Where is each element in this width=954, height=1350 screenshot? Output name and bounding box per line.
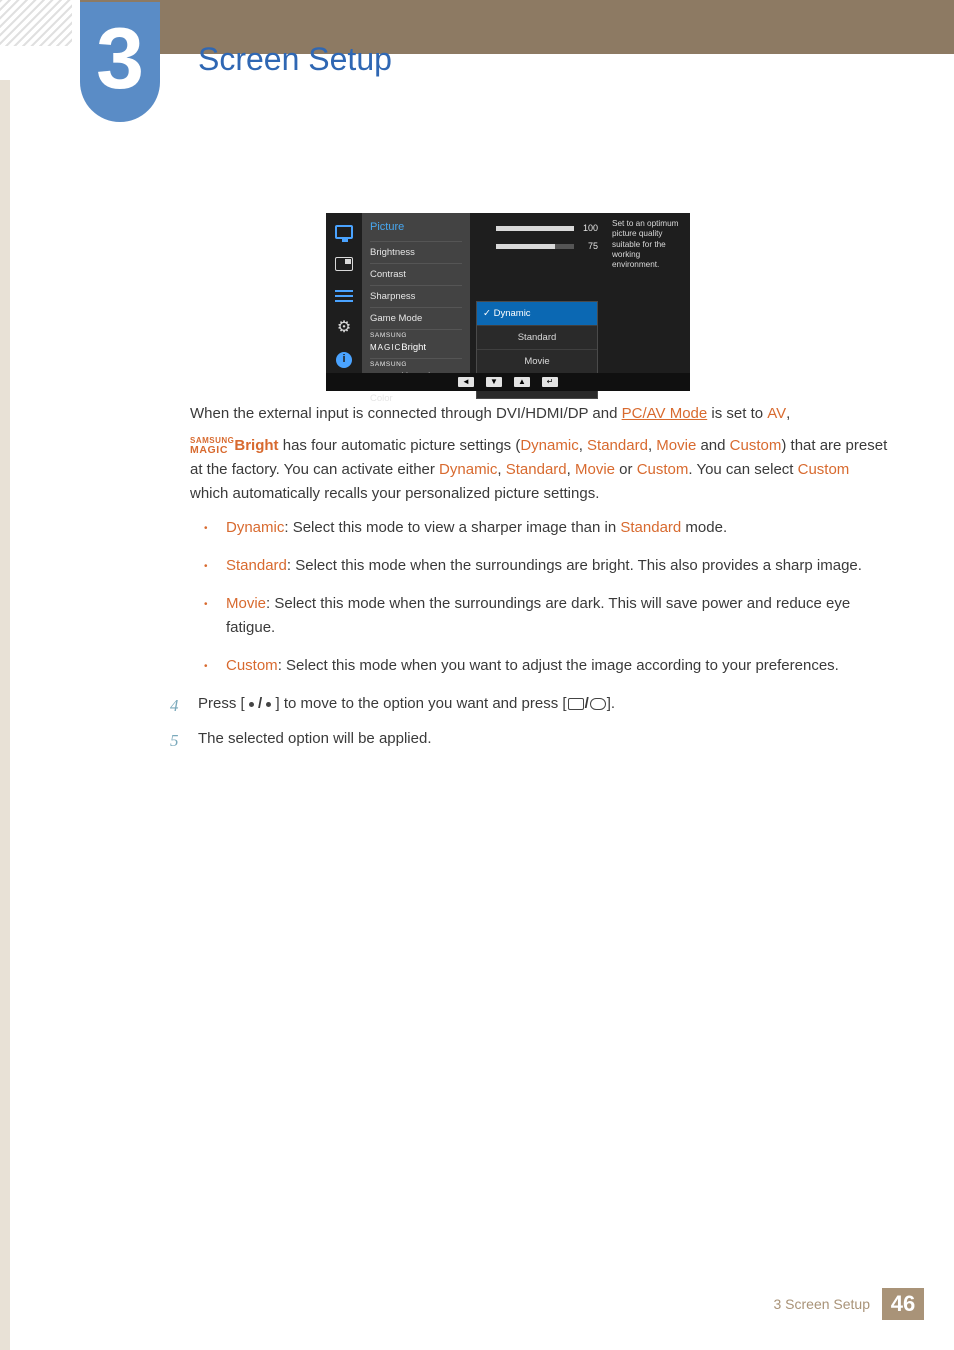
brightness-value: 100 (580, 221, 598, 235)
brightness-slider-row: 100 (476, 219, 598, 237)
nav-up-icon: ▲ (514, 377, 530, 387)
osd-item-gamemode: Game Mode (370, 307, 462, 329)
menu-icon (334, 287, 354, 305)
mode-movie: Movie: Select this mode when the surroun… (226, 592, 890, 640)
contrast-slider-row: 75 (476, 237, 598, 255)
step-4: 4 Press [ / ] to move to the option you … (170, 692, 890, 719)
enter-icon (590, 698, 606, 710)
dropdown-option-movie: Movie (477, 349, 597, 373)
brightness-slider (496, 226, 574, 231)
nav-enter-icon: ↵ (542, 377, 558, 387)
osd-nav-bar: ◄ ▼ ▲ ↵ (326, 373, 690, 391)
settings-paragraph: SAMSUNG MAGIC Bright has four automatic … (190, 434, 890, 506)
samsung-magic-inline: SAMSUNG MAGIC (190, 437, 234, 456)
osd-tooltip: Set to an optimum picture quality suitab… (612, 219, 686, 270)
step-4-number: 4 (170, 692, 184, 719)
page-footer: 3 Screen Setup 46 (773, 1288, 924, 1320)
chapter-number: 3 (96, 16, 144, 102)
step-5-text: The selected option will be applied. (198, 727, 890, 754)
osd-item-sharpness: Sharpness (370, 285, 462, 307)
step-5-number: 5 (170, 727, 184, 754)
osd-menu-title: Picture (370, 219, 462, 237)
left-margin-strip (0, 80, 10, 1350)
step-5: 5 The selected option will be applied. (170, 727, 890, 754)
dropdown-option-dynamic: Dynamic (477, 302, 597, 325)
osd-values: 100 75 Dynamic Standard Movie Custom (470, 213, 604, 373)
source-icon (568, 698, 584, 710)
mode-list: Dynamic: Select this mode to view a shar… (190, 516, 890, 678)
chapter-badge: 3 (80, 2, 160, 122)
contrast-value: 75 (580, 239, 598, 253)
nav-down-icon: ▼ (486, 377, 502, 387)
osd-panel: ⚙ i Picture Brightness Contrast Sharpnes… (326, 213, 690, 391)
footer-text: 3 Screen Setup (773, 1293, 870, 1315)
mode-custom: Custom: Select this mode when you want t… (226, 654, 890, 678)
gear-icon: ⚙ (334, 319, 354, 337)
monitor-icon (334, 223, 354, 241)
osd-tab-strip: ⚙ i (326, 213, 362, 373)
intro-paragraph: When the external input is connected thr… (190, 402, 890, 426)
mode-dynamic: Dynamic: Select this mode to view a shar… (226, 516, 890, 540)
mode-standard: Standard: Select this mode when the surr… (226, 554, 890, 578)
info-icon: i (334, 351, 354, 369)
contrast-slider (496, 244, 574, 249)
pcav-mode-link[interactable]: PC/AV Mode (622, 405, 708, 422)
osd-item-magicbright: SAMSUNG MAGICBright (370, 329, 462, 358)
osd-menu-list: Picture Brightness Contrast Sharpness Ga… (362, 213, 470, 373)
header-stripes (0, 0, 72, 46)
osd-item-brightness: Brightness (370, 241, 462, 263)
pip-icon (334, 255, 354, 273)
nav-left-icon: ◄ (458, 377, 474, 387)
osd-item-contrast: Contrast (370, 263, 462, 285)
footer-page-number: 46 (882, 1288, 924, 1320)
chapter-title: Screen Setup (198, 34, 392, 85)
dropdown-option-standard: Standard (477, 325, 597, 349)
dot-icon (249, 702, 254, 707)
body-content: When the external input is connected thr… (190, 402, 890, 754)
